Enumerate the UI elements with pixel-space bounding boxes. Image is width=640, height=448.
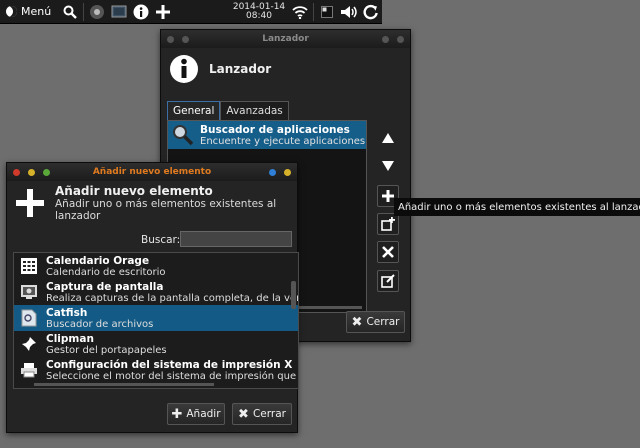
close-dot-icon[interactable] bbox=[13, 168, 20, 176]
printer-icon bbox=[20, 361, 38, 379]
tab-general[interactable]: General bbox=[167, 101, 221, 120]
add-empty-button[interactable] bbox=[377, 213, 399, 235]
list-item[interactable]: Buscador de aplicaciones Encuentre y eje… bbox=[168, 121, 366, 149]
close-label: Cerrar bbox=[366, 316, 400, 328]
add-icon: ✚ bbox=[171, 406, 183, 422]
item-name: Configuración del sistema de impresión X bbox=[46, 358, 293, 371]
info-icon bbox=[170, 55, 198, 83]
item-name: Catfish bbox=[46, 306, 88, 319]
move-down-icon bbox=[382, 161, 394, 171]
move-up-icon bbox=[382, 133, 394, 143]
top-panel: Menú 2014-01-14 08:40 bbox=[0, 0, 382, 24]
header-title: Lanzador bbox=[209, 62, 272, 76]
list-item[interactable]: Catfish Buscador de archivos bbox=[14, 305, 298, 331]
tooltip: Añadir uno o más elementos existentes al… bbox=[394, 198, 640, 216]
shade-dot-icon[interactable] bbox=[382, 35, 389, 43]
anadir-window: Añadir nuevo elemento Añadir nuevo eleme… bbox=[6, 162, 299, 433]
menu-button[interactable]: Menú bbox=[0, 1, 57, 23]
item-desc: Seleccione el motor del sistema de impre… bbox=[46, 370, 299, 382]
stick-dot-icon[interactable] bbox=[269, 168, 276, 176]
element-list[interactable]: Calendario Orage Calendario de escritori… bbox=[13, 252, 299, 389]
remove-button[interactable] bbox=[377, 241, 399, 263]
screenshot-icon bbox=[20, 283, 38, 301]
add-icon[interactable] bbox=[154, 3, 172, 21]
list-item[interactable]: Captura de pantalla Realiza capturas de … bbox=[14, 279, 298, 305]
tab-avanzadas[interactable]: Avanzadas bbox=[220, 101, 289, 120]
close-button[interactable]: ✖ Cerrar bbox=[232, 403, 292, 425]
item-desc: Buscador de archivos bbox=[46, 318, 154, 330]
anadir-header: Añadir nuevo elemento Añadir uno o más e… bbox=[7, 183, 297, 223]
item-name: Calendario Orage bbox=[46, 254, 150, 267]
volume-icon[interactable] bbox=[338, 1, 360, 23]
edit-button[interactable] bbox=[377, 270, 399, 292]
info-icon[interactable] bbox=[132, 3, 150, 21]
add-label: Añadir bbox=[186, 408, 221, 420]
item-desc: Realiza capturas de la pantalla completa… bbox=[46, 292, 299, 304]
calendar-icon bbox=[20, 257, 38, 275]
close-icon: ✖ bbox=[351, 314, 363, 330]
add-empty-icon bbox=[381, 217, 395, 231]
clock-time: 08:40 bbox=[246, 10, 272, 21]
item-desc: Encuentre y ejecute aplicaciones inst bbox=[200, 135, 366, 147]
window-title: Añadir nuevo elemento bbox=[92, 167, 212, 177]
close-label: Cerrar bbox=[252, 408, 286, 420]
header-subtitle: Añadir uno o más elementos existentes al… bbox=[55, 198, 277, 222]
file-search-icon bbox=[20, 309, 38, 327]
vertical-scrollbar[interactable] bbox=[291, 257, 296, 377]
close-button[interactable]: ✖ Cerrar bbox=[346, 311, 405, 333]
maximize-dot-icon[interactable] bbox=[43, 168, 50, 176]
moon-icon bbox=[6, 6, 17, 17]
window-title: Lanzador bbox=[262, 34, 309, 44]
tab-bar: General Avanzadas bbox=[167, 101, 289, 120]
search-input[interactable] bbox=[180, 231, 292, 247]
shade-dot-icon[interactable] bbox=[284, 168, 291, 176]
item-name: Clipman bbox=[46, 332, 94, 345]
item-name: Captura de pantalla bbox=[46, 280, 164, 293]
edit-icon bbox=[381, 274, 395, 288]
search-icon[interactable] bbox=[61, 3, 79, 21]
close-dot-icon[interactable] bbox=[167, 35, 174, 43]
pin-icon bbox=[20, 335, 38, 353]
minimize-dot-icon[interactable] bbox=[28, 168, 35, 176]
move-down-button[interactable] bbox=[377, 155, 399, 177]
header-title: Añadir nuevo elemento bbox=[55, 184, 213, 198]
screen-icon[interactable] bbox=[110, 3, 128, 21]
add-icon bbox=[16, 189, 44, 217]
remove-icon bbox=[382, 246, 394, 258]
add-button[interactable]: ✚ Añadir bbox=[167, 403, 225, 425]
menu-label: Menú bbox=[21, 5, 52, 18]
add-item-icon bbox=[382, 190, 394, 202]
browser-icon[interactable] bbox=[88, 3, 106, 21]
move-up-button[interactable] bbox=[377, 127, 399, 149]
clock[interactable]: 2014-01-14 08:40 bbox=[229, 2, 289, 21]
magnifier-icon bbox=[173, 125, 194, 146]
power-icon[interactable] bbox=[360, 1, 382, 23]
workspace-icon[interactable] bbox=[316, 1, 338, 23]
panel-separator bbox=[83, 2, 85, 21]
close-icon: ✖ bbox=[238, 406, 249, 422]
item-desc: Calendario de escritorio bbox=[46, 266, 166, 278]
minimize-dot-icon[interactable] bbox=[182, 35, 189, 43]
lanzador-titlebar[interactable]: Lanzador bbox=[161, 30, 410, 48]
anadir-titlebar[interactable]: Añadir nuevo elemento bbox=[7, 163, 297, 181]
list-item[interactable]: Clipman Gestor del portapapeles bbox=[14, 331, 298, 357]
list-item[interactable]: Calendario Orage Calendario de escritori… bbox=[14, 253, 298, 279]
lanzador-header: Lanzador bbox=[161, 48, 410, 90]
item-name: Buscador de aplicaciones bbox=[200, 123, 350, 136]
maximize-dot-icon[interactable] bbox=[397, 35, 404, 43]
wifi-icon[interactable] bbox=[289, 1, 311, 23]
list-item[interactable]: Configuración del sistema de impresión X… bbox=[14, 357, 298, 383]
item-desc: Gestor del portapapeles bbox=[46, 344, 167, 356]
horizontal-scrollbar[interactable] bbox=[34, 383, 214, 386]
search-label: Buscar: bbox=[141, 234, 181, 246]
panel-separator bbox=[313, 2, 314, 21]
